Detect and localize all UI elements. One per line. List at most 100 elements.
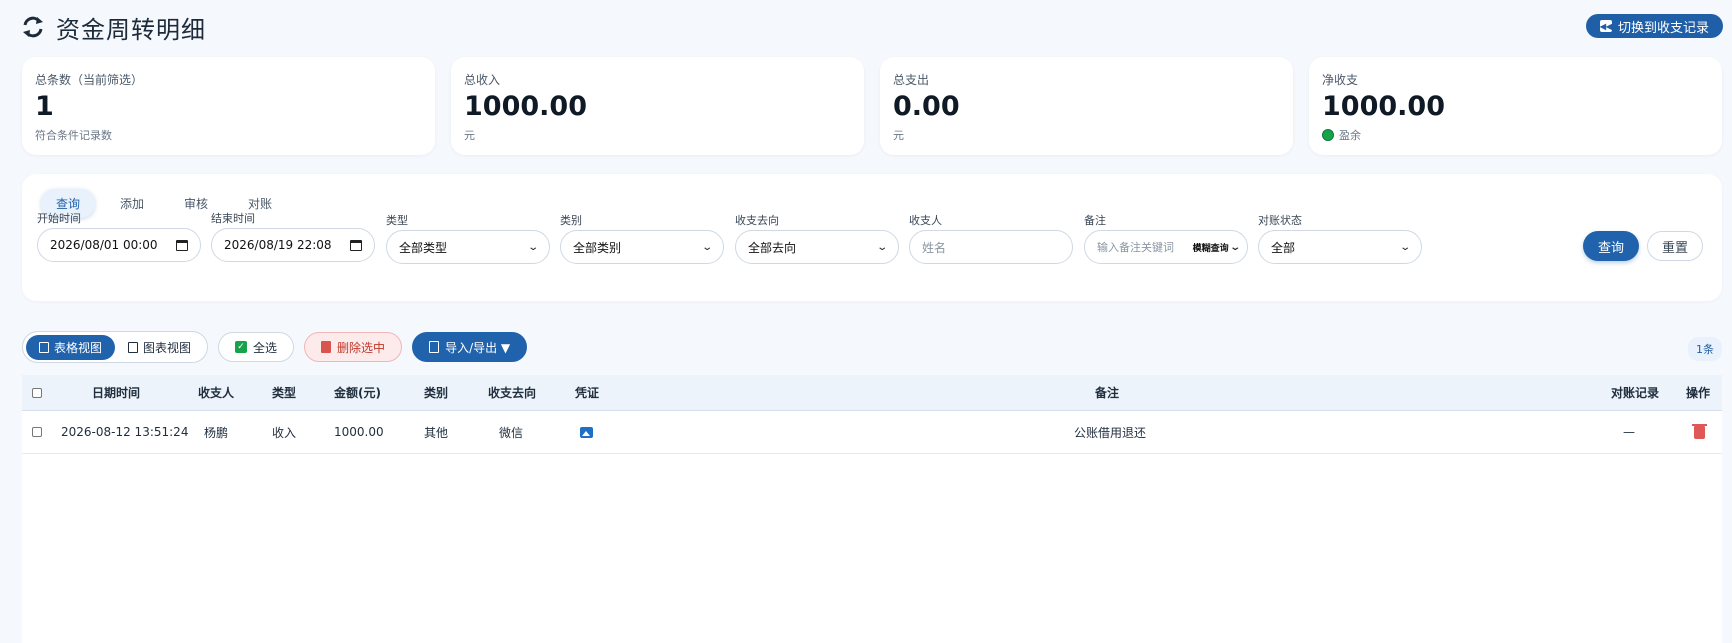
category-select[interactable]: 全部类别 ⌄ — [560, 230, 724, 264]
chevron-down-icon: ⌄ — [526, 241, 539, 253]
type-select-value: 全部类型 — [399, 240, 448, 255]
page-title: 资金周转明细 — [56, 16, 206, 44]
reset-button[interactable]: 重置 — [1647, 231, 1703, 261]
remark-placeholder: 输入备注关键词 — [1097, 241, 1174, 254]
header-amount: 金额(元) — [334, 386, 381, 400]
surplus-status-icon — [1322, 129, 1334, 141]
stat-sub: 元 — [893, 127, 1280, 143]
image-icon[interactable] — [580, 426, 593, 438]
view-toggle: 表格视图 图表视图 — [22, 331, 209, 363]
end-time-field: 结束时间 2026/08/19 22:08 — [211, 210, 375, 262]
field-label: 收支人 — [909, 214, 942, 227]
match-mode-select[interactable]: 模糊查询 ⌄ — [1193, 241, 1241, 254]
chart-icon — [128, 341, 139, 353]
stat-value: 0.00 — [893, 91, 960, 122]
page-header: 资金周转明细 — [22, 10, 206, 45]
header-type: 类型 — [272, 386, 297, 400]
start-time-input[interactable]: 2026/08/01 00:00 — [37, 228, 201, 262]
cell-direction: 微信 — [499, 425, 524, 440]
stat-sub: 盈余 — [1322, 127, 1709, 143]
stat-sub: 符合条件记录数 — [35, 127, 422, 143]
record-count-badge: 1条 — [1688, 337, 1722, 361]
file-icon — [429, 341, 440, 353]
recon-status-select[interactable]: 全部 ⌄ — [1258, 230, 1422, 264]
header-actions: 操作 — [1686, 386, 1711, 400]
import-export-button[interactable]: 导入/导出 ▼ — [412, 332, 528, 362]
header-remark: 备注 — [1095, 386, 1120, 400]
remark-field: 备注 输入备注关键词 模糊查询 ⌄ — [1084, 212, 1248, 264]
stat-card-total-count: 总条数（当前筛选） 1 符合条件记录数 — [22, 57, 435, 155]
category-field: 类别 全部类别 ⌄ — [560, 212, 724, 264]
records-table: 日期时间 收支人 类型 金额(元) 类别 收支去向 凭证 备注 对账记录 操作 … — [22, 375, 1722, 643]
end-time-value: 2026/08/19 22:08 — [224, 238, 332, 252]
import-export-label: 导入/导出 ▼ — [445, 340, 511, 355]
payee-field: 收支人 姓名 — [909, 212, 1073, 264]
chevron-down-icon: ⌄ — [1398, 241, 1411, 253]
field-label: 备注 — [1084, 214, 1106, 227]
payee-placeholder: 姓名 — [922, 240, 947, 255]
header-direction: 收支去向 — [488, 386, 537, 400]
stat-label: 总条数（当前筛选） — [35, 73, 144, 87]
stat-sub: 元 — [464, 127, 851, 143]
cell-type: 收入 — [272, 425, 297, 440]
switch-to-records-button[interactable]: ◀◀ 切换到收支记录 — [1585, 14, 1723, 38]
stat-value: 1 — [35, 91, 54, 122]
field-label: 对账状态 — [1258, 214, 1302, 227]
category-select-value: 全部类别 — [573, 240, 622, 255]
end-time-input[interactable]: 2026/08/19 22:08 — [211, 228, 375, 262]
clipboard-icon — [39, 341, 49, 353]
table-header-row: 日期时间 收支人 类型 金额(元) 类别 收支去向 凭证 备注 对账记录 操作 — [22, 375, 1722, 411]
stat-card-income: 总收入 1000.00 元 — [451, 57, 864, 155]
query-button[interactable]: 查询 — [1583, 231, 1639, 261]
table-view-label: 表格视图 — [54, 340, 103, 355]
delete-selected-button[interactable]: 删除选中 — [304, 332, 403, 362]
cell-datetime: 2026-08-12 13:51:24 — [61, 425, 189, 439]
header-checkbox-cell — [32, 375, 42, 410]
table-view-button[interactable]: 表格视图 — [26, 334, 116, 360]
stat-label: 总收入 — [464, 73, 501, 87]
stats-row: 总条数（当前筛选） 1 符合条件记录数 总收入 1000.00 元 总支出 0.… — [22, 57, 1722, 155]
calendar-icon[interactable] — [350, 239, 362, 251]
cell-actions — [1692, 411, 1707, 453]
stat-sub-text: 符合条件记录数 — [35, 129, 112, 142]
cell-recon: — — [1623, 425, 1635, 439]
cell-remark: 公账借用退还 — [1074, 425, 1147, 440]
row-checkbox-cell — [32, 411, 42, 453]
cell-category: 其他 — [424, 425, 449, 440]
chevron-down-icon: ⌄ — [700, 241, 713, 253]
header-category: 类别 — [424, 386, 449, 400]
stat-card-net: 净收支 1000.00 盈余 — [1309, 57, 1722, 155]
calendar-icon[interactable] — [176, 239, 188, 251]
switch-label: 切换到收支记录 — [1617, 19, 1709, 35]
stat-sub-text: 盈余 — [1339, 129, 1361, 142]
type-field: 类型 全部类型 ⌄ — [386, 212, 550, 264]
header-recon: 对账记录 — [1611, 386, 1660, 400]
delete-icon[interactable] — [1692, 423, 1707, 439]
direction-select[interactable]: 全部去向 ⌄ — [735, 230, 899, 264]
chart-view-button[interactable]: 图表视图 — [115, 335, 204, 360]
stat-value: 1000.00 — [464, 91, 587, 122]
cell-amount: 1000.00 — [334, 425, 384, 439]
header-payee: 收支人 — [198, 386, 235, 400]
cell-payee: 杨鹏 — [204, 425, 229, 440]
recon-status-field: 对账状态 全部 ⌄ — [1258, 212, 1422, 264]
stat-sub-text: 元 — [464, 129, 475, 142]
field-label: 类别 — [560, 214, 582, 227]
type-select[interactable]: 全部类型 ⌄ — [386, 230, 550, 264]
start-time-value: 2026/08/01 00:00 — [50, 238, 158, 252]
chart-view-label: 图表视图 — [143, 340, 192, 355]
stat-value: 1000.00 — [1322, 91, 1445, 122]
stat-label: 总支出 — [893, 73, 930, 87]
remark-input[interactable]: 输入备注关键词 模糊查询 ⌄ — [1084, 230, 1248, 264]
chevron-down-icon: ⌄ — [1228, 241, 1241, 253]
payee-input[interactable]: 姓名 — [909, 230, 1073, 264]
row-checkbox[interactable] — [32, 427, 42, 437]
direction-select-value: 全部去向 — [748, 240, 797, 255]
select-all-button[interactable]: ✓ 全选 — [218, 332, 295, 362]
table-toolbar: 表格视图 图表视图 ✓ 全选 删除选中 导入/导出 ▼ — [22, 331, 528, 363]
rewind-icon: ◀◀ — [1599, 20, 1613, 32]
field-label: 收支去向 — [735, 214, 779, 227]
select-all-checkbox[interactable] — [32, 387, 42, 398]
refresh-cycle-icon — [22, 16, 46, 40]
header-datetime: 日期时间 — [92, 386, 141, 400]
